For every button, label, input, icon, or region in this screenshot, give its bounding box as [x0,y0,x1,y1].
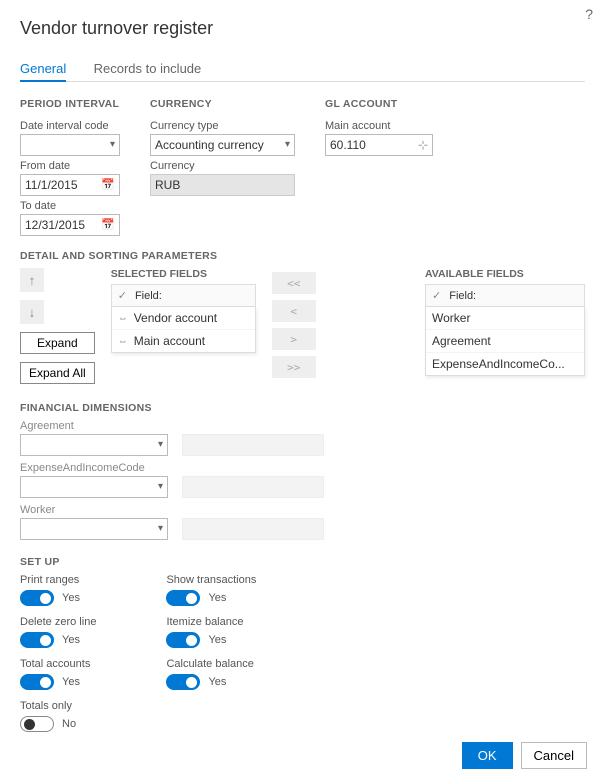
currency-heading: CURRENCY [150,98,295,110]
financial-dimensions-heading: FINANCIAL DIMENSIONS [20,402,585,414]
total-accounts-value: Yes [62,676,80,688]
expense-select[interactable]: ▾ [20,476,168,498]
move-right-button[interactable]: > [272,328,316,350]
to-date-label: To date [20,200,120,212]
itemize-balance-label: Itemize balance [166,616,256,628]
calendar-icon: 📅 [101,215,115,235]
show-transactions-toggle[interactable] [166,590,200,606]
available-fields-list[interactable]: ✓ Field: Worker Agreement ExpenseAndInco… [425,284,585,376]
to-date-input[interactable]: 12/31/2015 📅 [20,214,120,236]
show-transactions-label: Show transactions [166,574,256,586]
currency-type-select[interactable]: Accounting currency ▾ [150,134,295,156]
setup-heading: SET UP [20,556,585,568]
date-interval-code-label: Date interval code [20,120,120,132]
chevron-down-icon: ▾ [158,519,163,539]
calculate-balance-label: Calculate balance [166,658,256,670]
delete-zero-line-value: Yes [62,634,80,646]
itemize-balance-toggle[interactable] [166,632,200,648]
footer: OK Cancel [462,742,587,769]
move-all-right-button[interactable]: >> [272,356,316,378]
agreement-select[interactable]: ▾ [20,434,168,456]
check-icon: ✓ [118,289,127,302]
tabs: General Records to include [20,57,585,82]
expense-label: ExpenseAndIncomeCode [20,462,585,474]
print-ranges-toggle[interactable] [20,590,54,606]
field-column-header: Field: [449,290,476,302]
expense-description [182,476,324,498]
gl-account-heading: GL ACCOUNT [325,98,433,110]
worker-select[interactable]: ▾ [20,518,168,540]
expand-button[interactable]: Expand [20,332,95,354]
date-interval-code-select[interactable]: ▾ [20,134,120,156]
calculate-balance-toggle[interactable] [166,674,200,690]
selected-fields-list[interactable]: ✓ Field: ⇔ Vendor account ⇔ Main account [111,284,256,353]
page-title: Vendor turnover register [20,18,585,39]
agreement-label: Agreement [20,420,585,432]
main-account-label: Main account [325,120,433,132]
from-date-input[interactable]: 11/1/2015 📅 [20,174,120,196]
calendar-icon: 📅 [101,175,115,195]
show-transactions-value: Yes [208,592,226,604]
worker-label: Worker [20,504,585,516]
currency-label: Currency [150,160,295,172]
itemize-balance-value: Yes [208,634,226,646]
chevron-down-icon: ▾ [110,135,115,155]
chevron-down-icon: ▾ [158,477,163,497]
list-item[interactable]: ⇔ Main account [112,330,255,352]
expand-all-button[interactable]: Expand All [20,362,95,384]
list-item[interactable]: Worker [426,307,584,330]
list-item[interactable]: Agreement [426,330,584,353]
totals-only-value: No [62,718,76,730]
arrow-down-icon: ↓ [29,305,36,320]
selected-fields-label: SELECTED FIELDS [111,268,256,280]
period-interval-heading: PERIOD INTERVAL [20,98,120,110]
move-down-button[interactable]: ↓ [20,300,44,324]
from-date-label: From date [20,160,120,172]
currency-field: RUB [150,174,295,196]
cancel-button[interactable]: Cancel [521,742,587,769]
delete-zero-line-label: Delete zero line [20,616,96,628]
total-accounts-toggle[interactable] [20,674,54,690]
segment-icon: ⊹ [418,135,428,155]
totals-only-label: Totals only [20,700,96,712]
tab-records-to-include[interactable]: Records to include [94,57,202,80]
main-account-input[interactable]: 60.110 ⊹ [325,134,433,156]
print-ranges-label: Print ranges [20,574,96,586]
chevron-down-icon: ▾ [285,135,290,155]
worker-description [182,518,324,540]
field-column-header: Field: [135,290,162,302]
list-item[interactable]: ExpenseAndIncomeCo... [426,353,584,375]
totals-only-toggle[interactable] [20,716,54,732]
check-icon: ✓ [432,289,441,302]
agreement-description [182,434,324,456]
tab-general[interactable]: General [20,57,66,82]
move-left-button[interactable]: < [272,300,316,322]
move-all-left-button[interactable]: << [272,272,316,294]
ok-button[interactable]: OK [462,742,513,769]
currency-type-label: Currency type [150,120,295,132]
help-icon[interactable]: ? [585,6,593,22]
available-fields-label: AVAILABLE FIELDS [425,268,585,280]
list-item[interactable]: ⇔ Vendor account [112,307,255,330]
link-icon: ⇔ [118,336,128,347]
calculate-balance-value: Yes [208,676,226,688]
move-up-button[interactable]: ↑ [20,268,44,292]
print-ranges-value: Yes [62,592,80,604]
detail-heading: DETAIL AND SORTING PARAMETERS [20,250,585,262]
link-icon: ⇔ [118,313,128,324]
arrow-up-icon: ↑ [29,273,36,288]
chevron-down-icon: ▾ [158,435,163,455]
delete-zero-line-toggle[interactable] [20,632,54,648]
total-accounts-label: Total accounts [20,658,96,670]
